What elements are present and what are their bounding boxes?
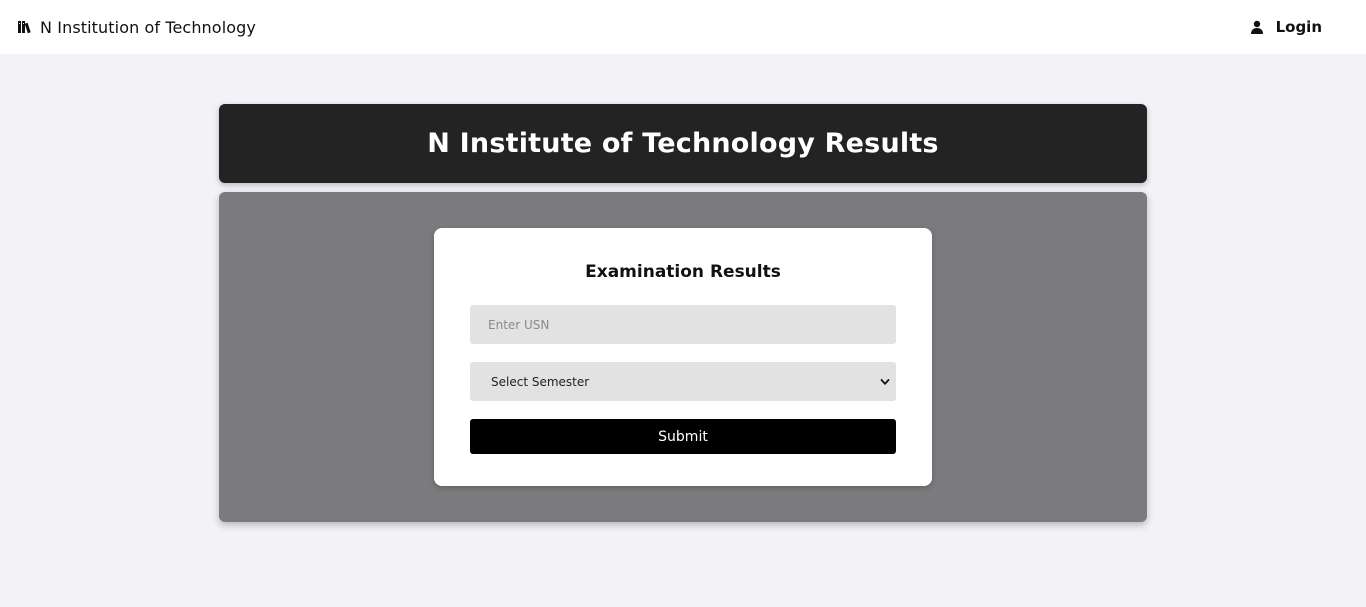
book-icon [18,20,32,34]
user-icon [1250,20,1264,34]
chevron-down-icon [880,377,890,387]
semester-selected-value: Select Semester [491,374,590,389]
usn-input[interactable] [470,305,896,344]
navbar: N Institution of Technology Login [0,0,1366,54]
brand[interactable]: N Institution of Technology [18,18,256,37]
brand-name: N Institution of Technology [40,17,256,37]
results-header: N Institute of Technology Results [219,104,1147,183]
semester-select[interactable]: Select Semester [470,362,896,401]
login-label: Login [1275,18,1322,36]
results-panel: Examination Results Select Semester Subm… [219,192,1147,522]
page-title: N Institute of Technology Results [427,128,939,159]
login-link[interactable]: Login [1250,18,1322,36]
results-form: Examination Results Select Semester Subm… [434,228,932,486]
submit-button[interactable]: Submit [470,419,896,454]
form-title: Examination Results [585,262,781,282]
